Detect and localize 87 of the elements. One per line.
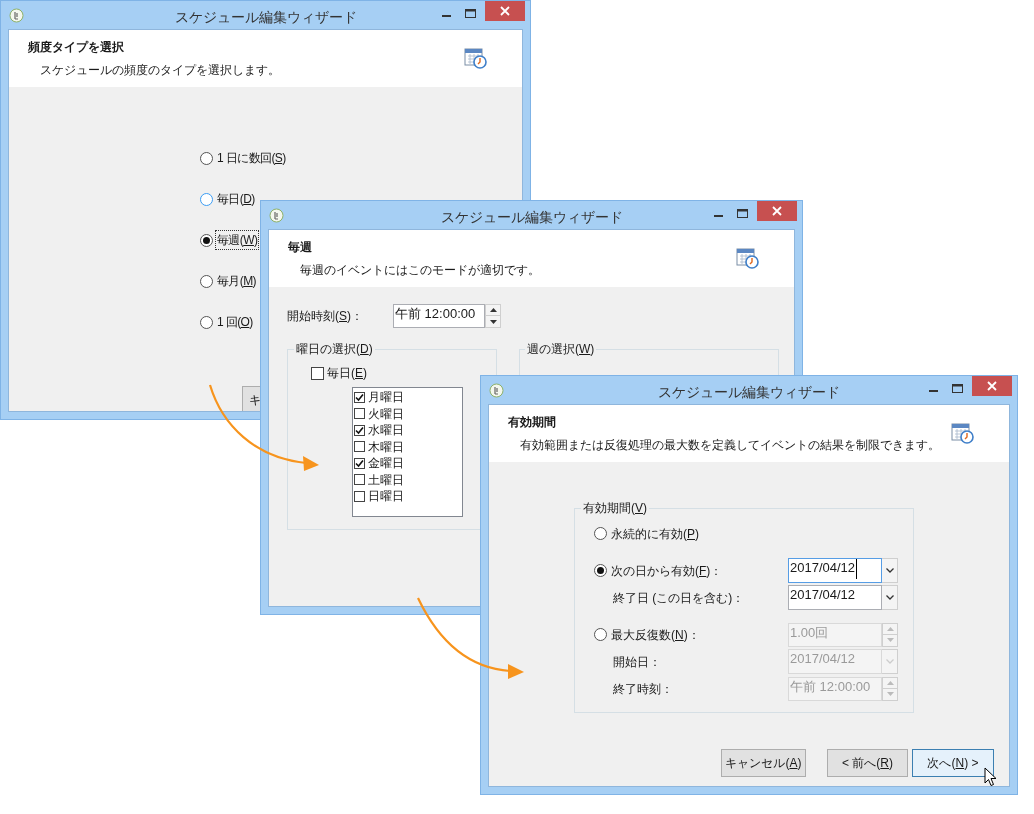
wizard-button[interactable]: < 前へ(R): [827, 749, 908, 777]
down-arrow-icon: [886, 692, 894, 696]
radio-button[interactable]: [594, 527, 607, 540]
dropdown-button[interactable]: [882, 585, 898, 610]
close-button[interactable]: [485, 1, 525, 21]
up-arrow-icon: [886, 680, 894, 685]
date-field: 2017/04/12: [788, 649, 882, 674]
maximize-button[interactable]: [736, 207, 750, 221]
calendar-clock-icon: [951, 421, 975, 445]
checkbox-label: 木曜日: [368, 438, 404, 456]
time-field[interactable]: 午前 12:00:00: [393, 304, 485, 328]
radio-button[interactable]: [594, 564, 607, 577]
checkbox-label: 月曜日: [368, 389, 404, 407]
wizard-button[interactable]: キャンセル(A): [721, 749, 806, 777]
app-icon: [489, 383, 504, 398]
dropdown-button[interactable]: [882, 558, 898, 583]
header-title: 頻度タイプを選択: [28, 39, 124, 56]
cursor-icon: [984, 767, 997, 787]
time-field: 午前 12:00:00: [788, 676, 882, 701]
radio-button[interactable]: [200, 274, 213, 288]
field-label: 開始時刻(S)：: [287, 308, 364, 325]
spin-up-button[interactable]: [485, 304, 501, 316]
close-button[interactable]: [757, 201, 797, 221]
close-button[interactable]: [972, 376, 1012, 396]
radio-label: 毎週(W): [216, 231, 259, 249]
day-list[interactable]: 月曜日 火曜日 水曜日 木曜日 金曜日 土曜日 日曜日: [352, 387, 463, 517]
header-title: 有効期間: [508, 414, 556, 431]
chevron-icon: [885, 568, 894, 573]
checkbox[interactable]: [354, 457, 365, 469]
down-arrow-icon: [886, 638, 894, 642]
header-subtitle: スケジュールの頻度のタイプを選択します。: [39, 62, 280, 79]
group-title: 週の選択(W): [526, 341, 596, 358]
app-icon: [9, 8, 24, 23]
calendar-clock-icon: [464, 46, 488, 70]
window-title: スケジュール編集ウィザード: [173, 8, 358, 27]
header-subtitle: 毎週のイベントにはこのモードが適切です。: [299, 262, 540, 279]
date-field[interactable]: 2017/04/12: [788, 585, 882, 610]
radio-button[interactable]: [200, 233, 213, 247]
checkbox-label: 火曜日: [368, 405, 404, 423]
checkbox[interactable]: [354, 391, 365, 403]
field-label: 終了時刻：: [612, 680, 673, 698]
date-field[interactable]: 2017/04/12: [788, 558, 882, 583]
window-title: スケジュール編集ウィザード: [439, 208, 624, 227]
spin-down-button[interactable]: [485, 316, 501, 328]
time-field: 1.00回: [788, 622, 882, 647]
field-label: 終了日 (この日を含む)：: [612, 589, 745, 607]
checkbox[interactable]: [311, 366, 324, 380]
maximize-button[interactable]: [464, 7, 478, 21]
chevron-icon: [885, 659, 894, 664]
checkbox-label: 水曜日: [368, 422, 404, 440]
close-icon: [500, 6, 510, 16]
field-label: 開始日：: [612, 653, 661, 671]
wizard-button[interactable]: 次へ(N) >: [912, 749, 994, 777]
header-title: 毎週: [288, 239, 312, 256]
radio-label: 最大反復数(N)：: [610, 626, 701, 644]
close-icon: [772, 206, 782, 216]
chevron-icon: [885, 595, 894, 600]
checkbox[interactable]: [354, 408, 365, 420]
up-arrow-icon: [489, 308, 497, 312]
checkbox-label: 毎日(E): [327, 365, 367, 382]
radio-button[interactable]: [200, 151, 213, 165]
checkbox[interactable]: [354, 490, 365, 502]
radio-button[interactable]: [200, 192, 213, 206]
maximize-button[interactable]: [951, 382, 965, 396]
app-icon: [269, 208, 284, 223]
down-arrow-icon: [489, 319, 497, 324]
radio-label: 1 日に数回(S): [216, 150, 287, 167]
radio-label: 永続的に有効(P): [610, 525, 700, 543]
checkbox[interactable]: [354, 424, 365, 436]
up-arrow-icon: [886, 626, 894, 631]
header-subtitle: 有効範囲または反復処理の最大数を定義してイベントの結果を制限できます。: [519, 437, 940, 454]
radio-label: 1 回(O): [216, 314, 254, 331]
calendar-clock-icon: [736, 246, 760, 270]
group-title: 曜日の選択(D): [295, 341, 374, 358]
close-icon: [987, 381, 997, 391]
radio-label: 毎日(D): [216, 191, 256, 208]
checkbox-label: 土曜日: [368, 471, 404, 489]
radio-button[interactable]: [594, 628, 607, 641]
window-title: スケジュール編集ウィザード: [657, 383, 841, 402]
checkbox-label: 金曜日: [368, 455, 404, 473]
checkbox[interactable]: [354, 441, 365, 453]
group-title: 有効期間(V): [582, 500, 648, 517]
checkbox[interactable]: [354, 474, 365, 486]
radio-label: 次の日から有効(F)：: [610, 562, 724, 580]
radio-button[interactable]: [200, 315, 213, 329]
checkbox-label: 日曜日: [368, 488, 404, 506]
radio-label: 毎月(M): [216, 273, 257, 290]
